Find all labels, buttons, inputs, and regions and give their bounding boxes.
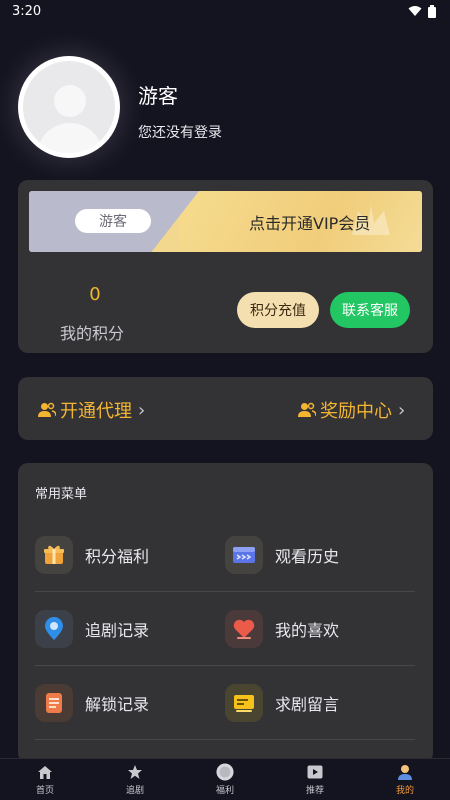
menu-item-label: 追剧记录	[85, 621, 150, 640]
wifi-icon	[408, 6, 422, 16]
nav-recommend[interactable]: 推荐	[270, 763, 360, 796]
status-icons	[408, 4, 436, 18]
agent-link[interactable]: 开通代理 ›	[38, 397, 145, 423]
divider	[35, 591, 415, 592]
common-menu-card: 常用菜单 积分福利 观看历史 追剧记录 我的喜欢 解锁记录 求剧留言	[18, 463, 433, 763]
menu-item-label: 解锁记录	[85, 695, 150, 714]
battery-icon	[428, 4, 436, 18]
gift-icon	[35, 536, 73, 574]
menu-item-watch-history[interactable]: 观看历史	[225, 536, 339, 574]
menu-item-follow-records[interactable]: 追剧记录	[35, 610, 149, 648]
coin-icon	[216, 763, 234, 781]
bottom-nav: 首页 追剧 福利 推荐 我的	[0, 758, 450, 800]
recharge-button[interactable]: 积分充值	[237, 292, 319, 328]
chevron-right-icon: ›	[398, 399, 406, 421]
nav-label: 追剧	[125, 786, 144, 796]
heart-icon	[225, 610, 263, 648]
status-time: 3:20	[12, 3, 42, 19]
menu-item-my-likes[interactable]: 我的喜欢	[225, 610, 339, 648]
status-bar: 3:20	[0, 0, 450, 22]
menu-item-label: 求剧留言	[275, 695, 340, 714]
nav-label: 福利	[215, 786, 234, 796]
contact-service-button[interactable]: 联系客服	[330, 292, 410, 328]
nav-mine[interactable]: 我的	[360, 763, 450, 796]
divider	[35, 739, 415, 740]
member-level-badge: 游客	[75, 209, 151, 233]
menu-item-points-welfare[interactable]: 积分福利	[35, 536, 149, 574]
points-label: 我的积分	[60, 324, 125, 343]
users-icon	[298, 402, 316, 417]
rewards-link-label: 奖励中心	[320, 401, 392, 422]
vip-banner[interactable]: 游客 点击开通VIP会员	[29, 191, 422, 252]
nav-label: 首页	[35, 786, 54, 796]
menu-item-label: 观看历史	[275, 547, 340, 566]
nav-label: 推荐	[305, 786, 324, 796]
rewards-link[interactable]: 奖励中心 ›	[298, 397, 405, 423]
home-icon	[36, 763, 54, 781]
history-icon	[225, 536, 263, 574]
agent-link-label: 开通代理	[60, 401, 132, 422]
vip-cta[interactable]: 点击开通VIP会员	[249, 210, 370, 234]
document-icon	[35, 684, 73, 722]
user-icon	[396, 763, 414, 781]
agent-rewards-card: 开通代理 › 奖励中心 ›	[18, 377, 433, 440]
users-icon	[38, 402, 56, 417]
menu-item-label: 积分福利	[85, 547, 150, 566]
vip-card: 游客 点击开通VIP会员 0 我的积分 积分充值 联系客服	[18, 180, 433, 353]
divider	[35, 665, 415, 666]
avatar[interactable]	[18, 56, 120, 158]
username: 游客	[138, 84, 178, 108]
default-avatar-icon	[23, 61, 115, 153]
points-value: 0	[89, 284, 101, 305]
nav-follow[interactable]: 追剧	[90, 763, 180, 796]
menu-item-label: 我的喜欢	[275, 621, 340, 640]
nav-label: 我的	[395, 786, 414, 796]
message-icon	[225, 684, 263, 722]
nav-welfare[interactable]: 福利	[180, 763, 270, 796]
chevron-right-icon: ›	[138, 399, 146, 421]
star-icon	[126, 763, 144, 781]
menu-item-drama-requests[interactable]: 求剧留言	[225, 684, 339, 722]
menu-item-unlock-records[interactable]: 解锁记录	[35, 684, 149, 722]
play-icon	[306, 763, 324, 781]
menu-title: 常用菜单	[35, 487, 88, 502]
nav-home[interactable]: 首页	[0, 763, 90, 796]
login-hint[interactable]: 您还没有登录	[138, 122, 222, 142]
location-pin-icon	[35, 610, 73, 648]
profile-header[interactable]: 游客 您还没有登录	[18, 56, 438, 166]
